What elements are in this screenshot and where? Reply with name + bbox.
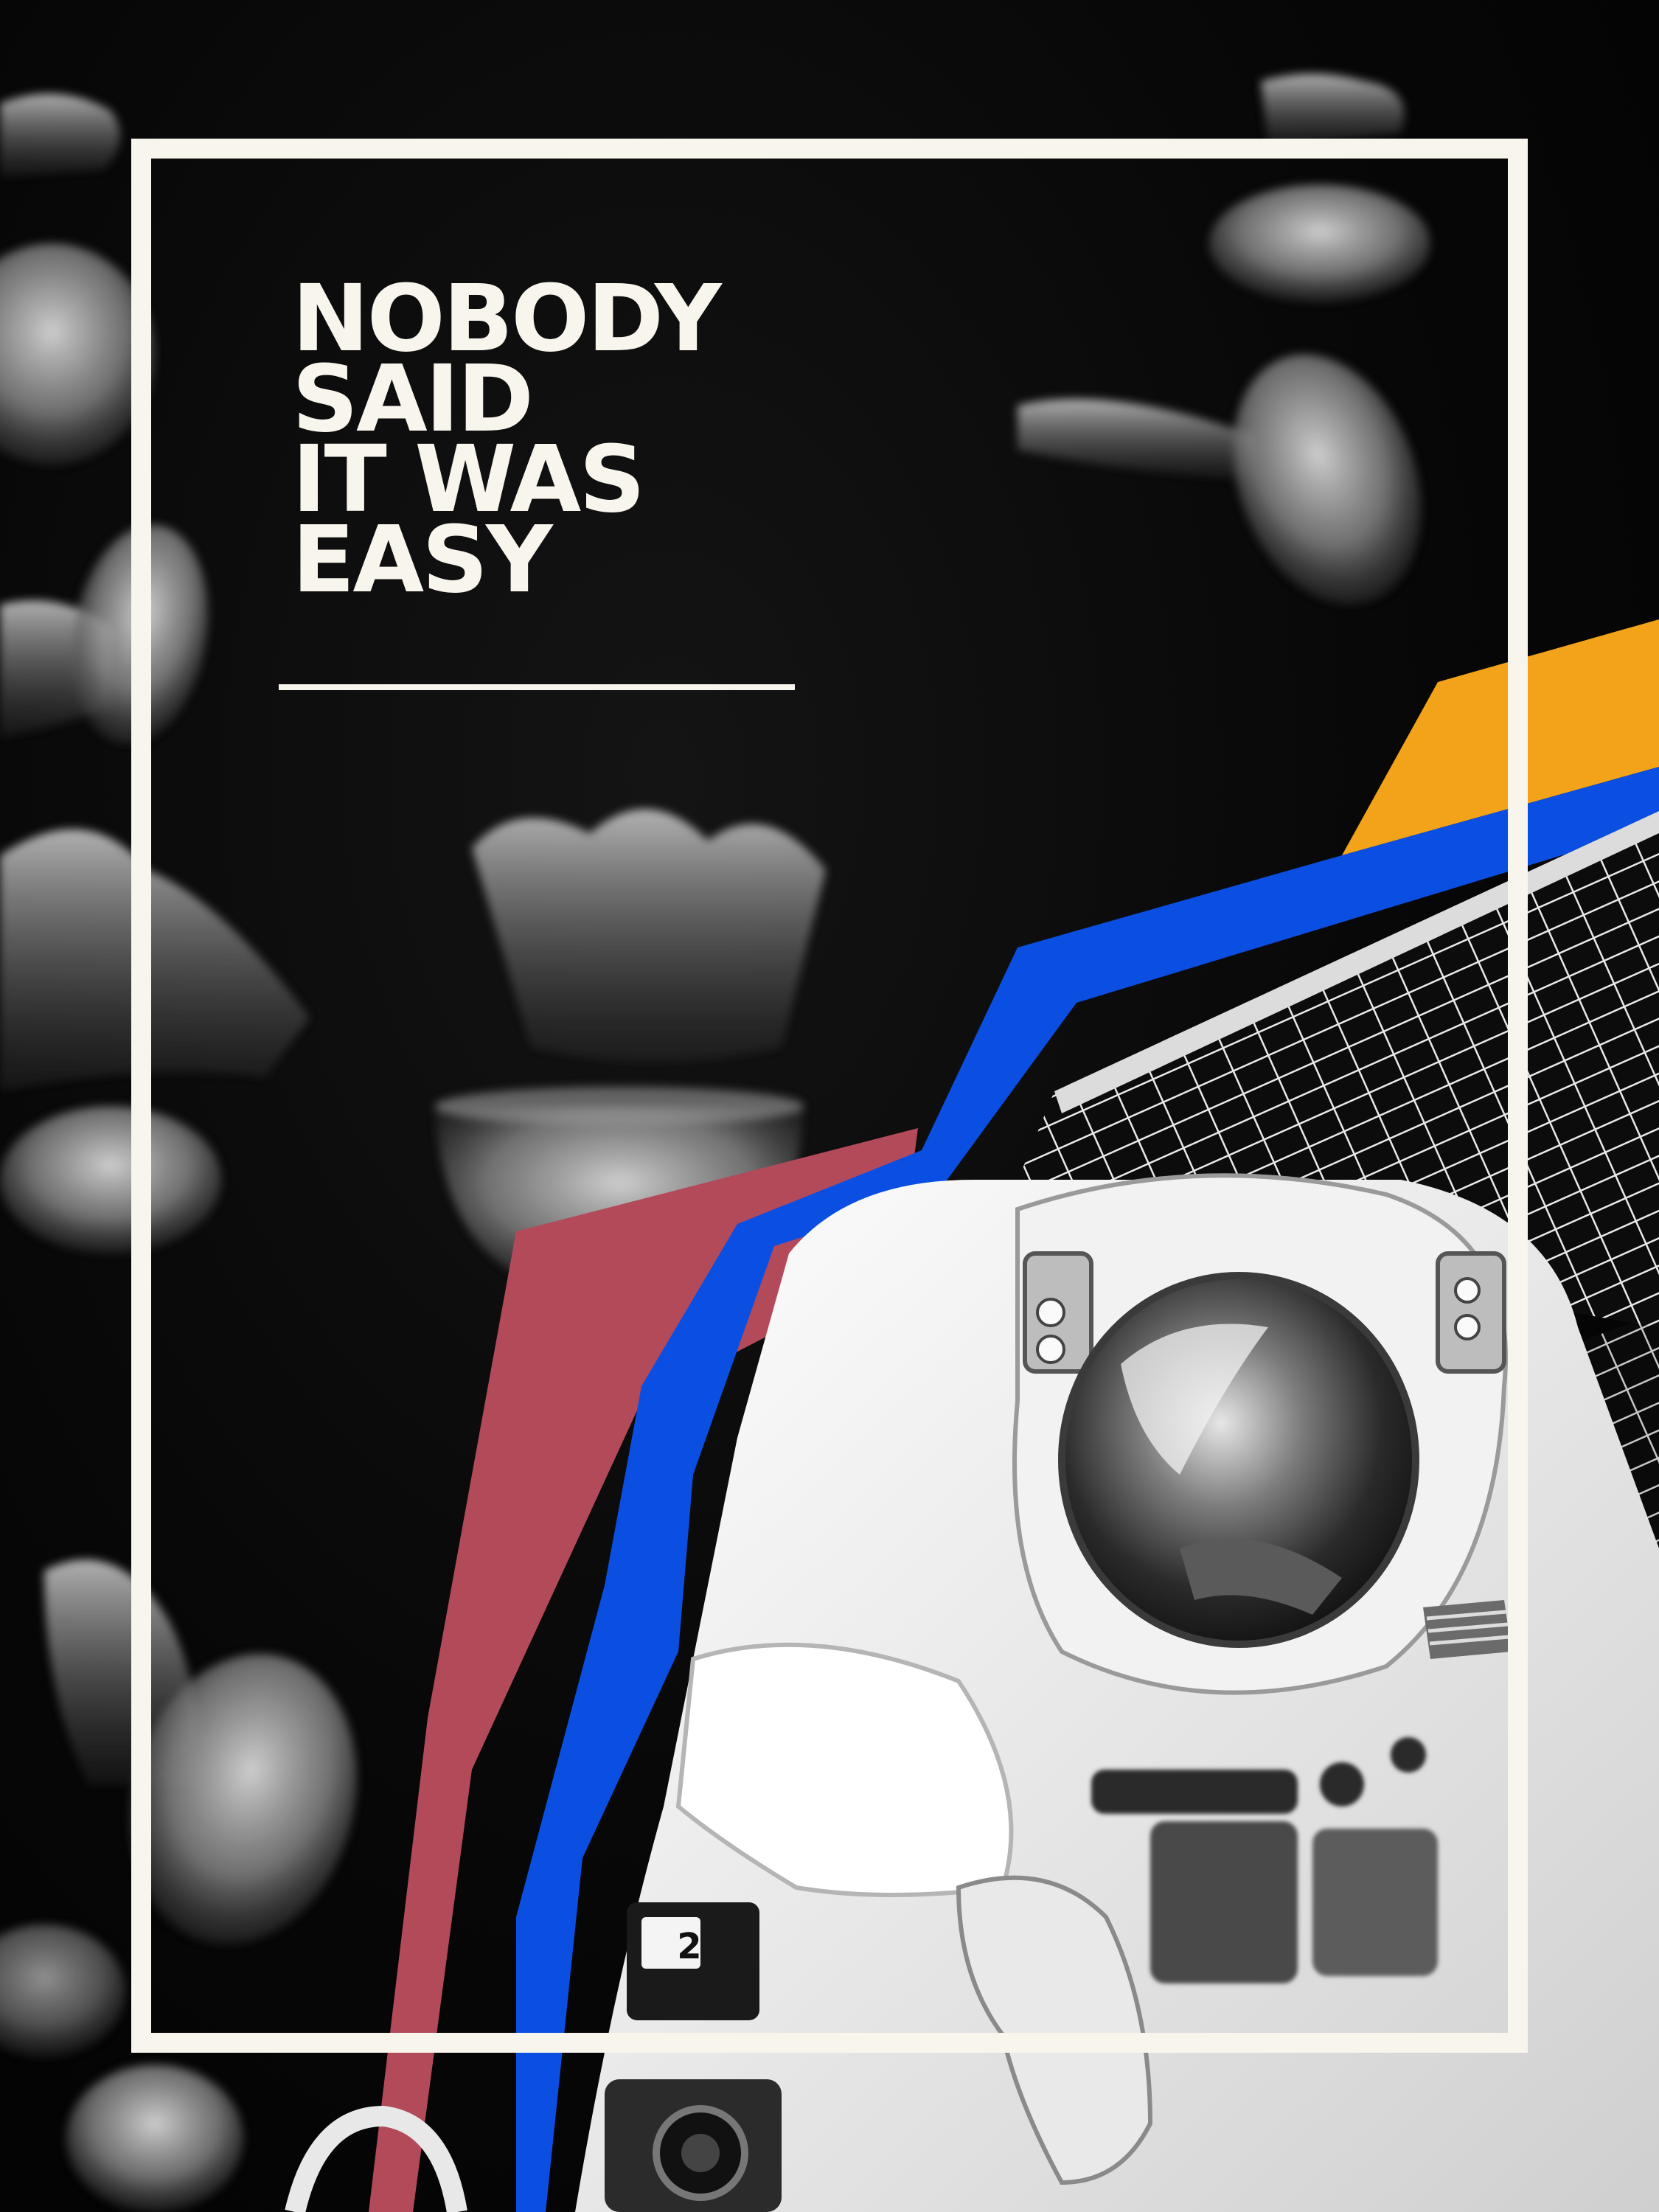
headline-underline [279,684,795,690]
jellyfish [66,2065,243,2212]
headline-line: EASY [292,507,553,613]
poster: 2 NOBODY SAID IT WAS EASY [0,0,1659,2212]
headline: NOBODY SAID IT WAS EASY [292,273,722,613]
